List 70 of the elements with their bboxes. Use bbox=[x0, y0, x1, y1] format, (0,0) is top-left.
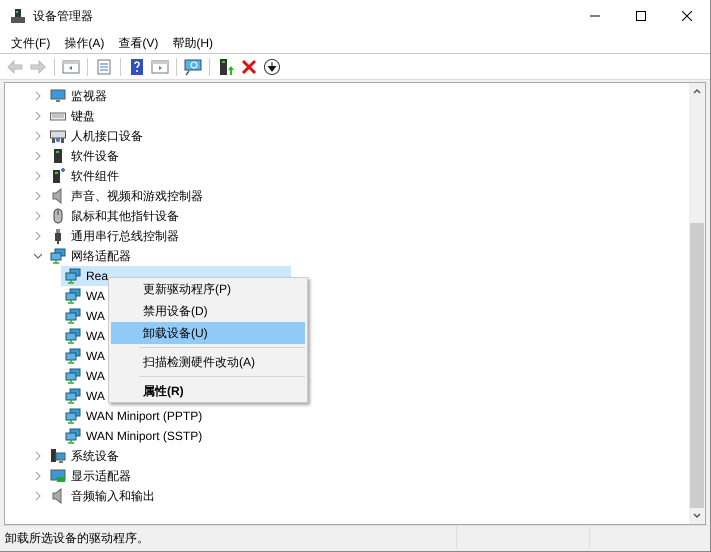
tree-item[interactable]: WA bbox=[61, 346, 105, 366]
window-title: 设备管理器 bbox=[33, 8, 93, 25]
chevron-right-icon[interactable] bbox=[33, 191, 43, 201]
monitor-icon bbox=[50, 88, 66, 104]
tree-item[interactable]: 软件组件 bbox=[71, 167, 119, 185]
context-menu-item[interactable]: 属性(R) bbox=[111, 380, 305, 402]
menu-item[interactable]: 操作(A) bbox=[57, 32, 112, 53]
network-icon bbox=[65, 308, 81, 324]
tree-item[interactable]: 网络适配器 bbox=[71, 247, 131, 265]
computer-icon bbox=[50, 448, 66, 464]
window-panel-icon[interactable] bbox=[62, 58, 80, 76]
tree-item[interactable]: WA bbox=[61, 366, 105, 386]
window-panel-icon[interactable] bbox=[151, 58, 169, 76]
menu-item[interactable]: 文件(F) bbox=[4, 32, 58, 53]
tree-item[interactable]: WA bbox=[61, 286, 105, 306]
chevron-right-icon[interactable] bbox=[33, 211, 43, 221]
tree-item[interactable]: WA bbox=[61, 386, 105, 406]
network-icon bbox=[65, 368, 81, 384]
chevron-right-icon[interactable] bbox=[33, 471, 43, 481]
chevron-down-icon[interactable] bbox=[33, 251, 43, 261]
tree-item[interactable]: 通用串行总线控制器 bbox=[71, 227, 179, 245]
network-icon bbox=[65, 288, 81, 304]
network-icon bbox=[50, 248, 66, 264]
chevron-right-icon[interactable] bbox=[33, 131, 43, 141]
maximize-icon bbox=[636, 11, 646, 21]
network-icon bbox=[65, 328, 81, 344]
tree-item[interactable]: WAN Miniport (PPTP) bbox=[61, 406, 202, 426]
tower-upload-icon[interactable] bbox=[217, 58, 235, 76]
network-icon bbox=[65, 428, 81, 444]
tree-item[interactable]: 音频输入和输出 bbox=[71, 487, 155, 505]
display-adapter-icon bbox=[50, 468, 66, 484]
scrollbar[interactable] bbox=[689, 83, 705, 524]
tree-item[interactable]: 系统设备 bbox=[71, 447, 119, 465]
tree-item[interactable]: 软件设备 bbox=[71, 147, 119, 165]
chevron-right-icon[interactable] bbox=[33, 451, 43, 461]
tree-item[interactable]: 显示适配器 bbox=[71, 467, 131, 485]
app-icon bbox=[10, 8, 26, 24]
down-arrow-circle-icon[interactable] bbox=[263, 58, 281, 76]
tree-item[interactable]: 鼠标和其他指针设备 bbox=[71, 207, 179, 225]
tree-item[interactable]: WAN Miniport (SSTP) bbox=[61, 426, 202, 446]
chevron-right-icon[interactable] bbox=[33, 231, 43, 241]
context-menu-item[interactable]: 扫描检测硬件改动(A) bbox=[111, 351, 305, 373]
network-icon bbox=[65, 268, 81, 284]
tree-item[interactable]: WA bbox=[61, 306, 105, 326]
chevron-right-icon[interactable] bbox=[33, 91, 43, 101]
context-menu-item[interactable]: 卸载设备(U) bbox=[111, 322, 305, 344]
help-icon[interactable] bbox=[128, 58, 146, 76]
chevron-right-icon[interactable] bbox=[33, 171, 43, 181]
chevron-right-icon[interactable] bbox=[33, 111, 43, 121]
network-icon bbox=[65, 388, 81, 404]
tower-icon bbox=[50, 168, 66, 184]
tree-item[interactable]: 监视器 bbox=[71, 87, 107, 105]
status-text: 卸载所选设备的驱动程序。 bbox=[2, 526, 457, 549]
chevron-right-icon[interactable] bbox=[33, 151, 43, 161]
tree-item[interactable]: WA bbox=[61, 326, 105, 346]
tree-item[interactable]: 键盘 bbox=[71, 107, 95, 125]
tree-item[interactable]: 人机接口设备 bbox=[71, 127, 143, 145]
network-icon bbox=[65, 408, 81, 424]
monitor-search-icon[interactable] bbox=[184, 58, 202, 76]
tree-item[interactable]: 声音、视频和游戏控制器 bbox=[71, 187, 203, 205]
menu-item[interactable]: 帮助(H) bbox=[165, 32, 220, 53]
menu-item[interactable]: 查看(V) bbox=[111, 32, 166, 53]
context-menu-item[interactable]: 禁用设备(D) bbox=[111, 300, 305, 322]
close-icon bbox=[682, 11, 692, 21]
scrollbar-thumb[interactable] bbox=[690, 223, 704, 508]
network-icon bbox=[65, 348, 81, 364]
chevron-right-icon[interactable] bbox=[33, 491, 43, 501]
keyboard-icon bbox=[50, 128, 66, 144]
delete-x-icon[interactable] bbox=[240, 58, 258, 76]
document-list-icon[interactable] bbox=[95, 58, 113, 76]
